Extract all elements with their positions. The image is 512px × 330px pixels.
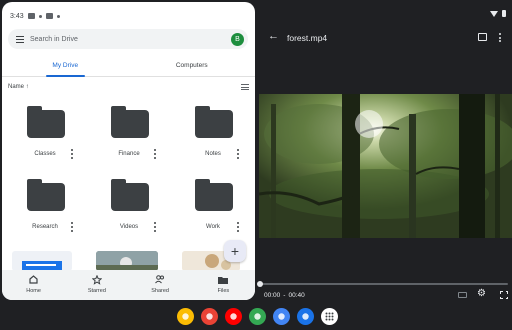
folder-name: Notes xyxy=(205,151,221,157)
new-button[interactable]: + xyxy=(224,240,246,262)
gear-icon[interactable]: ⚙ xyxy=(477,289,486,299)
sort-row: Name ↑ xyxy=(8,82,252,92)
avatar[interactable]: B xyxy=(231,32,244,46)
captions-icon[interactable] xyxy=(458,292,467,298)
sort-label: Name xyxy=(8,84,25,90)
current-time: 00:00 xyxy=(264,292,281,299)
video-player-window: ← forest.mp4 00:00 - 00:40 ⚙ xyxy=(257,2,512,302)
video-frame[interactable] xyxy=(259,94,512,238)
file-thumbnail[interactable] xyxy=(96,251,158,271)
back-arrow-icon[interactable]: ← xyxy=(268,31,279,42)
time-separator: - xyxy=(283,292,286,299)
chrome-browser-icon[interactable] xyxy=(200,307,218,325)
seek-bar[interactable] xyxy=(257,281,508,287)
time-display: 00:00 - 00:40 xyxy=(264,292,305,299)
photo-preview-icon xyxy=(96,251,158,271)
fullscreen-icon[interactable] xyxy=(499,290,509,300)
mail-icon xyxy=(45,13,53,19)
home-icon xyxy=(29,275,39,284)
folder-icon xyxy=(111,179,149,211)
drive-tabs: My Drive Computers xyxy=(2,57,255,77)
video-title: forest.mp4 xyxy=(287,33,328,43)
more-options-icon[interactable] xyxy=(71,222,74,232)
chrome-icon[interactable] xyxy=(176,307,194,325)
more-options-icon[interactable] xyxy=(154,149,157,159)
more-options-icon[interactable] xyxy=(71,149,74,159)
search-bar[interactable]: Search in Drive B xyxy=(8,29,248,49)
folder-icon xyxy=(111,106,149,138)
nav-files[interactable]: Files xyxy=(192,270,255,300)
wifi-icon xyxy=(490,10,498,17)
nav-label: Home xyxy=(26,288,41,294)
folder-item[interactable]: Research xyxy=(5,179,85,245)
nav-label: Shared xyxy=(151,288,169,294)
clock: 3:43 xyxy=(10,12,24,20)
photos-icon[interactable] xyxy=(248,307,266,325)
status-bar-right xyxy=(490,10,506,17)
folder-item[interactable]: Classes xyxy=(5,106,85,172)
status-bar-left: 3:43 xyxy=(10,11,60,21)
status-dot-icon xyxy=(38,14,42,18)
meet-icon[interactable] xyxy=(296,307,314,325)
folder-icon xyxy=(195,106,233,138)
sort-arrow-icon: ↑ xyxy=(25,84,29,90)
tab-my-drive[interactable]: My Drive xyxy=(2,57,129,77)
more-options-icon[interactable] xyxy=(154,222,157,232)
folder-item[interactable]: Work xyxy=(173,179,253,245)
duration: 00:40 xyxy=(288,292,305,299)
menu-icon[interactable] xyxy=(16,35,24,43)
more-options-icon[interactable] xyxy=(237,222,240,232)
folder-item[interactable]: Videos xyxy=(89,179,169,245)
file-thumbnail[interactable] xyxy=(12,251,72,271)
folder-item[interactable]: Finance xyxy=(89,106,169,172)
folder-icon xyxy=(195,179,233,211)
folder-name: Work xyxy=(206,224,220,230)
nav-starred[interactable]: Starred xyxy=(65,270,128,300)
folder-name: Videos xyxy=(119,224,139,230)
nav-label: Starred xyxy=(87,288,106,294)
seek-handle[interactable] xyxy=(257,281,263,287)
comment-icon[interactable] xyxy=(478,33,487,41)
launcher-icon[interactable] xyxy=(320,307,338,325)
list-view-icon[interactable] xyxy=(241,84,249,90)
nav-home[interactable]: Home xyxy=(2,270,65,300)
drive-window: 3:43 Search in Drive B My Drive Computer… xyxy=(2,2,255,300)
status-dot-icon xyxy=(56,14,60,18)
bottom-navigation: Home Starred Shared Files xyxy=(2,270,255,300)
star-icon xyxy=(91,274,102,285)
folder-item[interactable]: Notes xyxy=(173,106,253,172)
search-input[interactable]: Search in Drive xyxy=(30,36,231,43)
folder-icon xyxy=(27,106,65,138)
files-icon[interactable] xyxy=(272,307,290,325)
youtube-icon[interactable] xyxy=(224,307,242,325)
notification-icon xyxy=(27,13,35,19)
more-options-icon[interactable] xyxy=(237,149,240,159)
nav-label: Files xyxy=(217,288,230,294)
forest-video-image xyxy=(259,94,512,238)
document-preview-icon xyxy=(22,261,62,271)
battery-icon xyxy=(502,10,506,17)
tab-computers[interactable]: Computers xyxy=(129,57,256,76)
sort-button[interactable]: Name ↑ xyxy=(8,84,29,90)
people-icon xyxy=(155,275,165,284)
folder-icon xyxy=(27,179,65,211)
more-options-icon[interactable] xyxy=(499,33,502,42)
nav-shared[interactable]: Shared xyxy=(129,270,192,300)
folder-icon xyxy=(218,275,229,284)
app-shelf xyxy=(0,302,512,330)
folder-name: Finance xyxy=(118,151,140,157)
